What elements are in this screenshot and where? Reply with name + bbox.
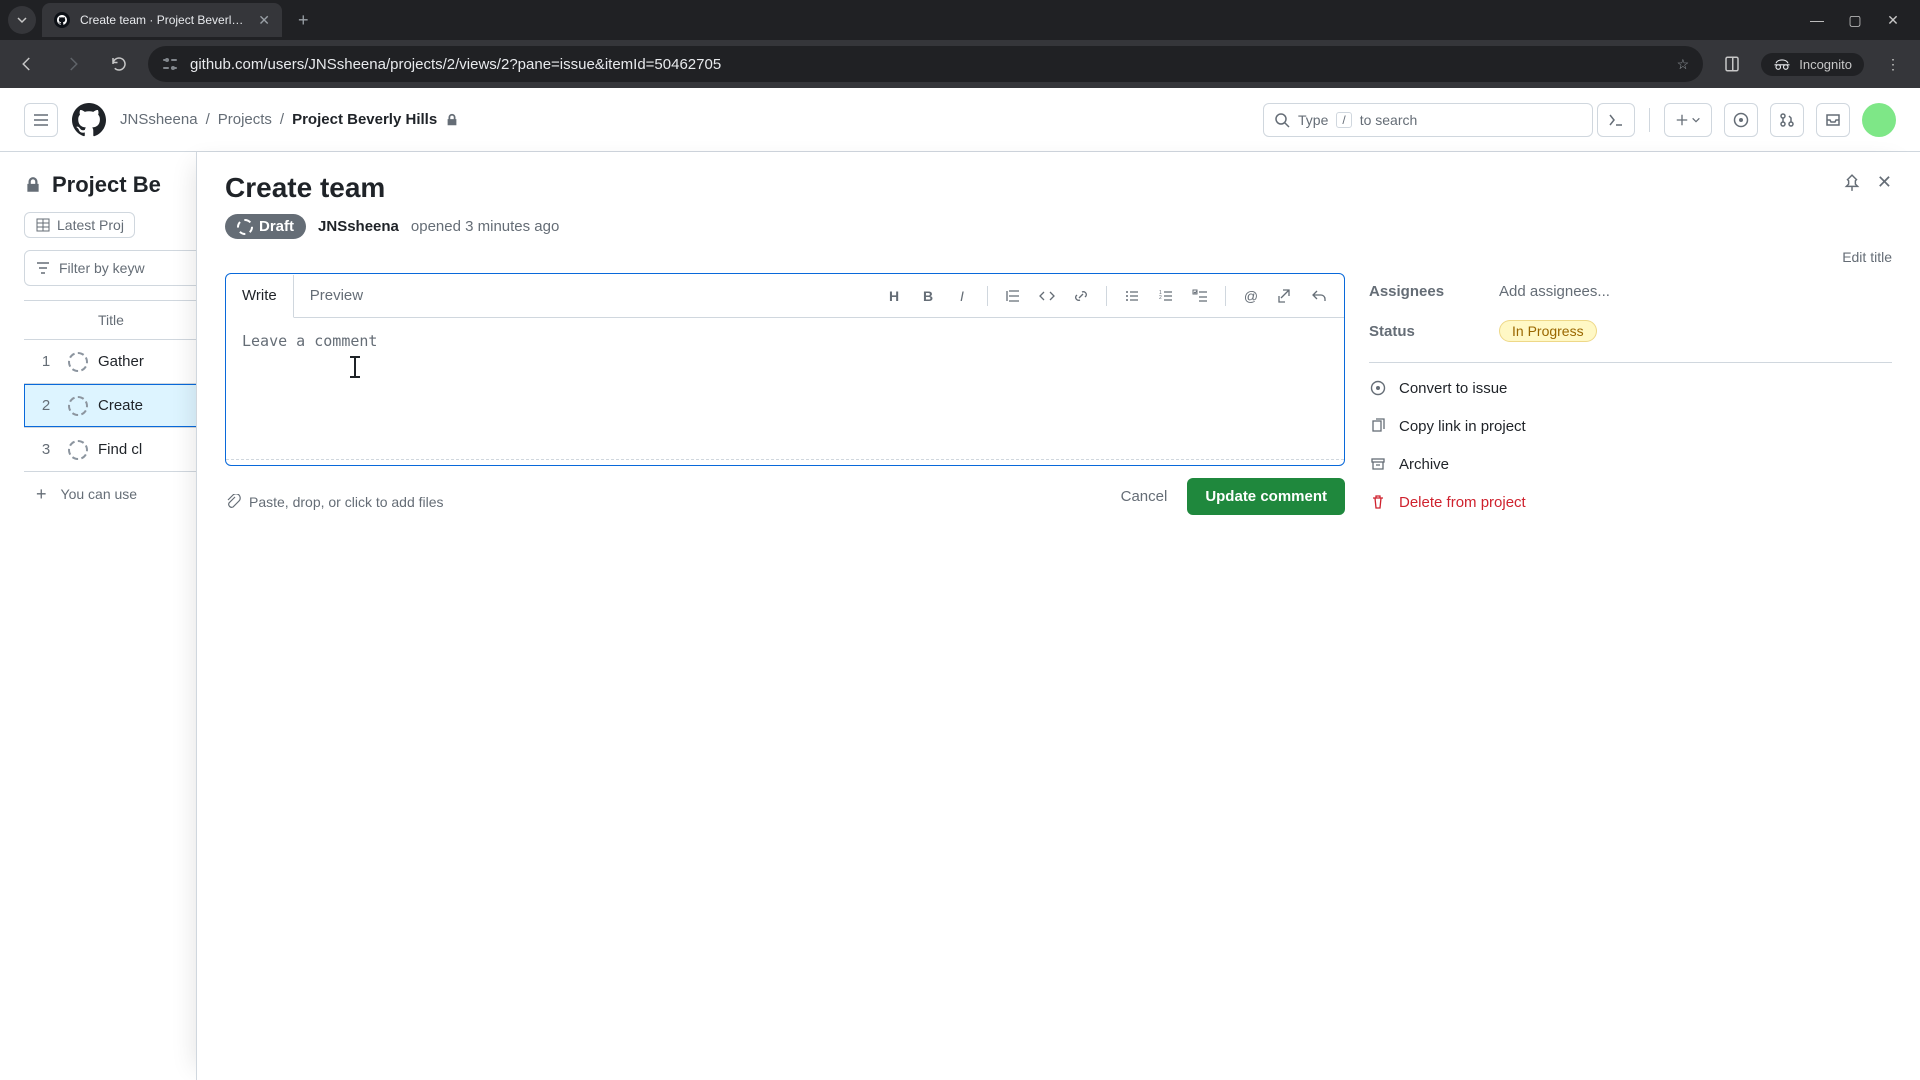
plus-icon: + bbox=[36, 484, 47, 505]
update-comment-button[interactable]: Update comment bbox=[1187, 478, 1345, 515]
bookmark-icon[interactable]: ☆ bbox=[1677, 56, 1690, 73]
breadcrumb-project-name[interactable]: Project Beverly Hills bbox=[292, 111, 437, 128]
resize-handle[interactable] bbox=[226, 459, 1344, 465]
code-icon[interactable] bbox=[1032, 281, 1062, 311]
incognito-label: Incognito bbox=[1799, 57, 1852, 72]
draft-badge: Draft bbox=[225, 214, 306, 239]
reload-button[interactable] bbox=[102, 47, 136, 81]
paperclip-icon bbox=[225, 494, 241, 510]
site-settings-icon[interactable] bbox=[162, 56, 178, 72]
bold-icon[interactable]: B bbox=[913, 281, 943, 311]
breadcrumb: JNSsheena / Projects / Project Beverly H… bbox=[120, 111, 459, 128]
archive-action[interactable]: Archive bbox=[1369, 445, 1892, 483]
svg-text:2: 2 bbox=[1159, 295, 1162, 301]
address-bar[interactable]: github.com/users/JNSsheena/projects/2/vi… bbox=[148, 46, 1703, 82]
browser-tab[interactable]: Create team · Project Beverly H ✕ bbox=[42, 3, 282, 37]
edit-title-button[interactable]: Edit title bbox=[1842, 249, 1892, 265]
slash-key-hint: / bbox=[1336, 112, 1351, 128]
tab-favicon bbox=[54, 12, 70, 28]
window-maximize-icon[interactable]: ▢ bbox=[1848, 12, 1862, 29]
draft-issue-icon bbox=[68, 352, 88, 372]
browser-tab-strip: Create team · Project Beverly H ✕ + — ▢ … bbox=[0, 0, 1920, 40]
user-avatar[interactable] bbox=[1862, 103, 1896, 137]
table-icon bbox=[35, 217, 51, 233]
browser-menu-icon[interactable]: ⋮ bbox=[1876, 47, 1910, 81]
incognito-indicator[interactable]: Incognito bbox=[1761, 53, 1864, 76]
tab-close-icon[interactable]: ✕ bbox=[258, 12, 270, 29]
draft-issue-icon bbox=[68, 440, 88, 460]
issue-icon bbox=[1369, 379, 1387, 397]
draft-issue-icon bbox=[237, 219, 253, 235]
author-link[interactable]: JNSsheena bbox=[318, 218, 399, 235]
project-title: Project Be bbox=[52, 172, 161, 198]
filter-icon bbox=[35, 260, 51, 276]
forward-button[interactable] bbox=[56, 47, 90, 81]
comment-editor: Write Preview H B I bbox=[225, 273, 1345, 466]
issue-side-panel: Create team Draft JNSsheena opened 3 min… bbox=[196, 152, 1920, 1080]
url-text: github.com/users/JNSsheena/projects/2/vi… bbox=[190, 56, 721, 73]
italic-icon[interactable]: I bbox=[947, 281, 977, 311]
column-header-title[interactable]: Title bbox=[68, 312, 124, 328]
bullet-list-icon[interactable] bbox=[1117, 281, 1147, 311]
github-logo[interactable] bbox=[72, 103, 106, 137]
create-new-button[interactable] bbox=[1664, 103, 1712, 137]
assignees-field[interactable]: Assignees Add assignees... bbox=[1369, 273, 1892, 310]
text-cursor bbox=[354, 356, 356, 378]
close-panel-icon[interactable]: ✕ bbox=[1877, 172, 1892, 193]
quote-icon[interactable] bbox=[998, 281, 1028, 311]
opened-timestamp: opened 3 minutes ago bbox=[411, 218, 559, 235]
window-controls: — ▢ ✕ bbox=[1810, 12, 1912, 29]
delete-action[interactable]: Delete from project bbox=[1369, 483, 1892, 521]
back-button[interactable] bbox=[10, 47, 44, 81]
archive-icon bbox=[1369, 455, 1387, 473]
copy-link-action[interactable]: Copy link in project bbox=[1369, 407, 1892, 445]
write-tab[interactable]: Write bbox=[226, 275, 294, 318]
trash-icon bbox=[1369, 493, 1387, 511]
comment-textarea[interactable] bbox=[226, 318, 1344, 456]
new-tab-button[interactable]: + bbox=[288, 10, 319, 31]
tab-search-button[interactable] bbox=[8, 6, 36, 34]
draft-issue-icon bbox=[68, 396, 88, 416]
preview-tab[interactable]: Preview bbox=[294, 274, 379, 317]
mention-icon[interactable]: @ bbox=[1236, 281, 1266, 311]
breadcrumb-user[interactable]: JNSsheena bbox=[120, 111, 198, 128]
reading-list-icon[interactable] bbox=[1715, 47, 1749, 81]
inbox-button[interactable] bbox=[1816, 103, 1850, 137]
attach-files-hint[interactable]: Paste, drop, or click to add files bbox=[225, 494, 444, 510]
issue-title: Create team bbox=[225, 172, 1843, 204]
copy-icon bbox=[1369, 417, 1387, 435]
link-icon[interactable] bbox=[1066, 281, 1096, 311]
github-header: JNSsheena / Projects / Project Beverly H… bbox=[0, 88, 1920, 152]
project-view-tab[interactable]: Latest Proj bbox=[24, 212, 135, 238]
nav-menu-button[interactable] bbox=[24, 103, 58, 137]
status-badge: In Progress bbox=[1499, 320, 1597, 342]
search-input[interactable]: Type / to search bbox=[1263, 103, 1593, 137]
status-field[interactable]: Status In Progress bbox=[1369, 310, 1892, 352]
lock-icon bbox=[24, 176, 42, 194]
pull-requests-button[interactable] bbox=[1770, 103, 1804, 137]
breadcrumb-projects[interactable]: Projects bbox=[218, 111, 272, 128]
pin-icon[interactable] bbox=[1843, 174, 1861, 192]
lock-icon bbox=[445, 113, 459, 127]
numbered-list-icon[interactable]: 12 bbox=[1151, 281, 1181, 311]
browser-toolbar: github.com/users/JNSsheena/projects/2/vi… bbox=[0, 40, 1920, 88]
convert-to-issue-action[interactable]: Convert to issue bbox=[1369, 369, 1892, 407]
cross-reference-icon[interactable] bbox=[1270, 281, 1300, 311]
issues-button[interactable] bbox=[1724, 103, 1758, 137]
window-minimize-icon[interactable]: — bbox=[1810, 12, 1824, 29]
cancel-button[interactable]: Cancel bbox=[1121, 488, 1168, 505]
heading-icon[interactable]: H bbox=[879, 281, 909, 311]
command-palette-button[interactable] bbox=[1597, 103, 1635, 137]
task-list-icon[interactable] bbox=[1185, 281, 1215, 311]
reply-icon[interactable] bbox=[1304, 281, 1334, 311]
tab-title: Create team · Project Beverly H bbox=[80, 13, 248, 27]
search-icon bbox=[1274, 112, 1290, 128]
window-close-icon[interactable]: ✕ bbox=[1886, 12, 1900, 29]
